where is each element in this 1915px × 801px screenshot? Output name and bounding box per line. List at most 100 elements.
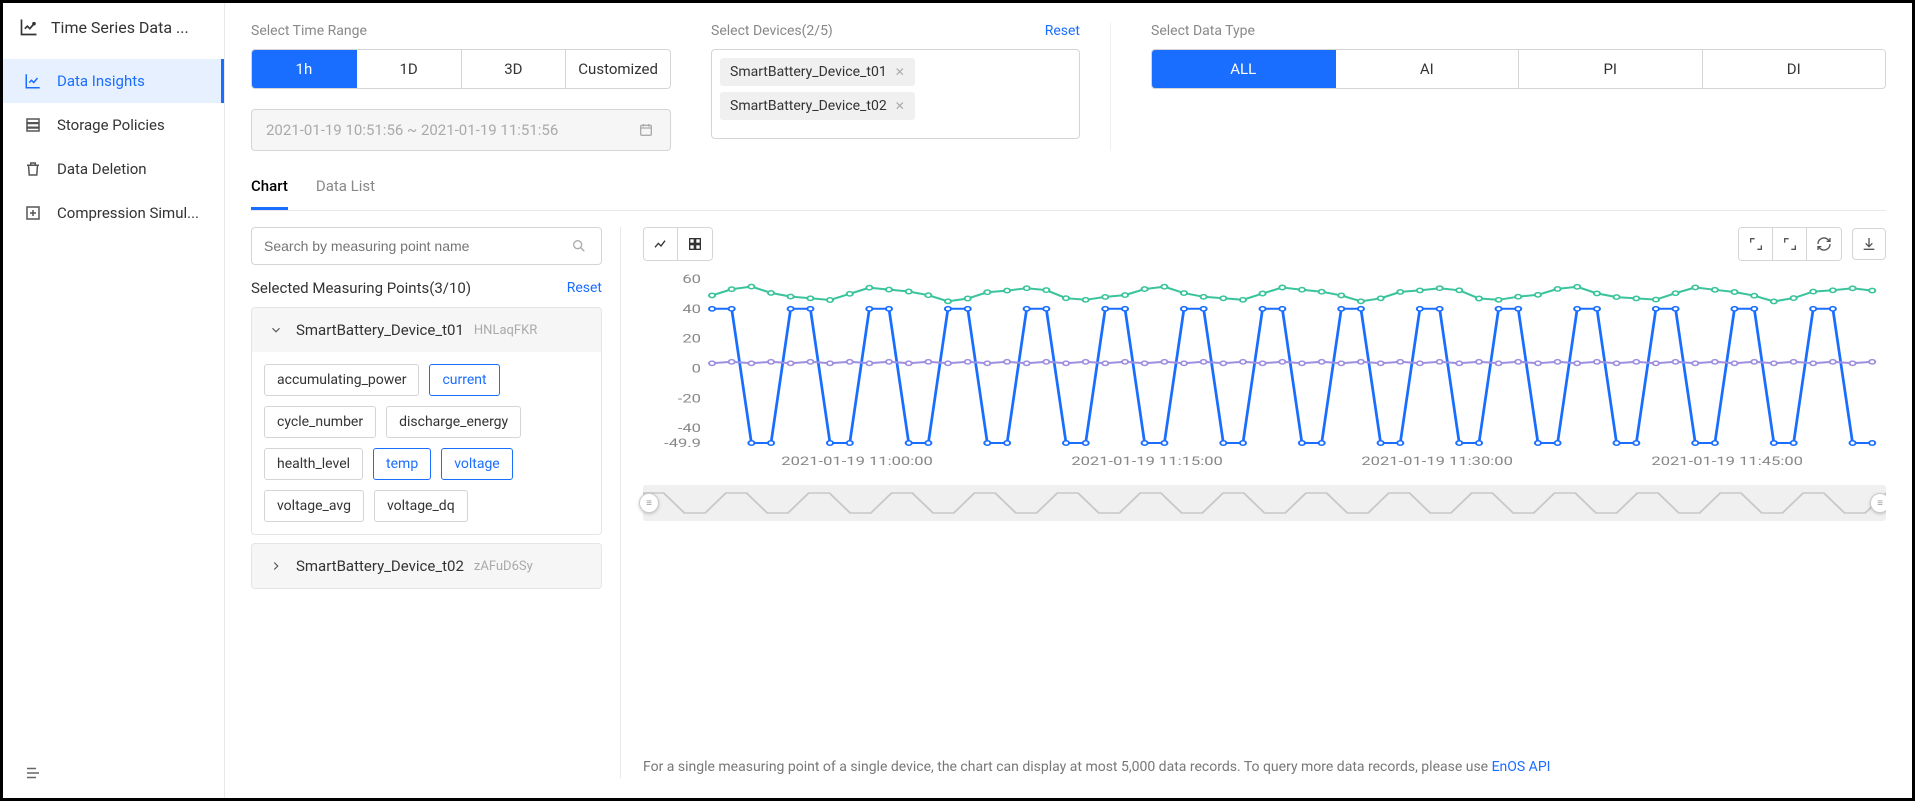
download-button[interactable]: [1852, 228, 1886, 260]
sidebar-collapse[interactable]: [3, 751, 224, 798]
device-chip[interactable]: SmartBattery_Device_t01✕: [720, 58, 915, 86]
device-group-header[interactable]: SmartBattery_Device_t02zAFuD6Sy: [252, 544, 601, 588]
overview-handle-left[interactable]: ≡: [639, 493, 659, 513]
data-type-label: Select Data Type: [1151, 23, 1886, 39]
svg-text:40: 40: [682, 302, 701, 316]
tag-list: accumulating_power current cycle_number dis…: [252, 352, 601, 534]
devices-reset-link[interactable]: Reset: [1045, 23, 1080, 39]
grid-view-button[interactable]: [678, 228, 712, 260]
data-type-group: ALLAIPIDI: [1151, 49, 1886, 89]
devices-block: Select Devices(2/5) Reset SmartBattery_D…: [711, 23, 1111, 151]
selected-points-header: Selected Measuring Points(3/10) Reset: [251, 279, 602, 297]
measuring-points-panel: Selected Measuring Points(3/10) Reset Sm…: [251, 227, 621, 778]
sidebar-item-data-deletion[interactable]: Data Deletion: [3, 147, 224, 191]
sidebar-nav: Data Insights Storage Policies Data Dele…: [3, 51, 224, 751]
svg-text:2021-01-19 11:00:00: 2021-01-19 11:00:00: [781, 454, 933, 468]
svg-text:-49.9: -49.9: [664, 436, 701, 450]
time-range-group: 1h1D3DCustomized: [251, 49, 671, 89]
sidebar-item-data-insights[interactable]: Data Insights: [3, 59, 224, 103]
app-header: Time Series Data ...: [3, 3, 224, 51]
tab-data-list[interactable]: Data List: [316, 169, 375, 210]
chip-remove-icon[interactable]: ✕: [895, 99, 905, 113]
measuring-point-tag[interactable]: temp: [373, 448, 431, 480]
chart[interactable]: -49.9-40 -20 0 20 40 60 2021-01-19 11:00:00 202…: [643, 271, 1886, 734]
devices-chips[interactable]: SmartBattery_Device_t01✕ SmartBattery_Dev…: [711, 49, 1080, 139]
insights-icon: [23, 71, 43, 91]
refresh-button[interactable]: [1807, 228, 1841, 260]
selected-points-reset[interactable]: Reset: [567, 280, 602, 296]
type-seg-pi[interactable]: PI: [1519, 50, 1703, 88]
chart-overview[interactable]: ≡ ≡: [643, 485, 1886, 521]
content: Selected Measuring Points(3/10) Reset Sm…: [251, 227, 1886, 778]
time-seg-1d[interactable]: 1D: [357, 50, 462, 88]
filters: Select Time Range 1h1D3DCustomized 2021-…: [251, 23, 1886, 169]
sidebar: Time Series Data ... Data Insights Stora…: [3, 3, 225, 798]
collapse-icon: [23, 763, 43, 783]
chart-note: For a single measuring point of a single…: [643, 756, 1886, 778]
svg-text:60: 60: [682, 272, 701, 286]
chevron-icon: [266, 556, 286, 576]
type-seg-di[interactable]: DI: [1703, 50, 1886, 88]
view-tabs: Chart Data List: [251, 169, 1886, 211]
svg-text:0: 0: [692, 362, 701, 376]
selected-points-label: Selected Measuring Points(3/10): [251, 279, 471, 297]
devices-label: Select Devices(2/5) Reset: [711, 23, 1080, 39]
chart-area: -49.9-40 -20 0 20 40 60 2021-01-19 11:00:00 202…: [643, 227, 1886, 778]
expand-button[interactable]: [1739, 228, 1773, 260]
measuring-point-tag[interactable]: cycle_number: [264, 406, 376, 438]
data-type-block: Select Data Type ALLAIPIDI: [1151, 23, 1886, 151]
time-range-label: Select Time Range: [251, 23, 671, 39]
chip-remove-icon[interactable]: ✕: [895, 65, 905, 79]
svg-text:2021-01-19 11:45:00: 2021-01-19 11:45:00: [1651, 454, 1803, 468]
tab-chart[interactable]: Chart: [251, 169, 288, 210]
search-input-wrap[interactable]: [251, 227, 602, 265]
measuring-point-tag[interactable]: accumulating_power: [264, 364, 419, 396]
delete-icon: [23, 159, 43, 179]
sidebar-item-storage-policies[interactable]: Storage Policies: [3, 103, 224, 147]
measuring-point-tag[interactable]: discharge_energy: [386, 406, 521, 438]
measuring-point-tag[interactable]: current: [429, 364, 499, 396]
sidebar-item-label: Compression Simul...: [57, 204, 199, 222]
svg-text:2021-01-19 11:30:00: 2021-01-19 11:30:00: [1361, 454, 1513, 468]
main: Select Time Range 1h1D3DCustomized 2021-…: [225, 3, 1912, 798]
sidebar-item-compression-simul[interactable]: Compression Simul...: [3, 191, 224, 235]
measuring-point-tag[interactable]: voltage_dq: [374, 490, 468, 522]
chart-toolbar: [643, 227, 1886, 261]
search-icon: [569, 236, 589, 256]
chevron-icon: [266, 320, 286, 340]
time-range-block: Select Time Range 1h1D3DCustomized 2021-…: [251, 23, 671, 151]
sidebar-item-label: Storage Policies: [57, 116, 165, 134]
view-mode-group: [643, 227, 713, 261]
search-input[interactable]: [264, 238, 561, 254]
svg-text:-20: -20: [678, 392, 701, 406]
sidebar-item-label: Data Insights: [57, 72, 145, 90]
compress-icon: [23, 203, 43, 223]
date-range-value: 2021-01-19 10:51:56 ~ 2021-01-19 11:51:5…: [266, 121, 558, 139]
type-seg-all[interactable]: ALL: [1152, 50, 1336, 88]
measuring-point-tag[interactable]: health_level: [264, 448, 363, 480]
measuring-point-tag[interactable]: voltage: [441, 448, 513, 480]
reset-zoom-button[interactable]: [1773, 228, 1807, 260]
type-seg-ai[interactable]: AI: [1336, 50, 1520, 88]
svg-text:-40: -40: [678, 421, 701, 435]
svg-text:2021-01-19 11:15:00: 2021-01-19 11:15:00: [1071, 454, 1223, 468]
enos-api-link[interactable]: EnOS API: [1492, 759, 1551, 775]
device-group: SmartBattery_Device_t02zAFuD6Sy: [251, 543, 602, 589]
calendar-icon: [636, 120, 656, 140]
line-view-button[interactable]: [644, 228, 678, 260]
measuring-point-tag[interactable]: voltage_avg: [264, 490, 364, 522]
time-seg-1h[interactable]: 1h: [252, 50, 357, 88]
sidebar-item-label: Data Deletion: [57, 160, 147, 178]
overview-handle-right[interactable]: ≡: [1870, 493, 1886, 513]
device-group-header[interactable]: SmartBattery_Device_t01HNLaqFKR: [252, 308, 601, 352]
storage-icon: [23, 115, 43, 135]
device-group: SmartBattery_Device_t01HNLaqFKRaccumulat…: [251, 307, 602, 535]
app-title: Time Series Data ...: [51, 18, 189, 37]
chart-actions: [1738, 227, 1886, 261]
date-range-input[interactable]: 2021-01-19 10:51:56 ~ 2021-01-19 11:51:5…: [251, 109, 671, 151]
device-chip[interactable]: SmartBattery_Device_t02✕: [720, 92, 915, 120]
svg-text:20: 20: [682, 332, 701, 346]
time-seg-customized[interactable]: Customized: [566, 50, 670, 88]
chart-line-icon: [19, 17, 39, 37]
time-seg-3d[interactable]: 3D: [462, 50, 567, 88]
